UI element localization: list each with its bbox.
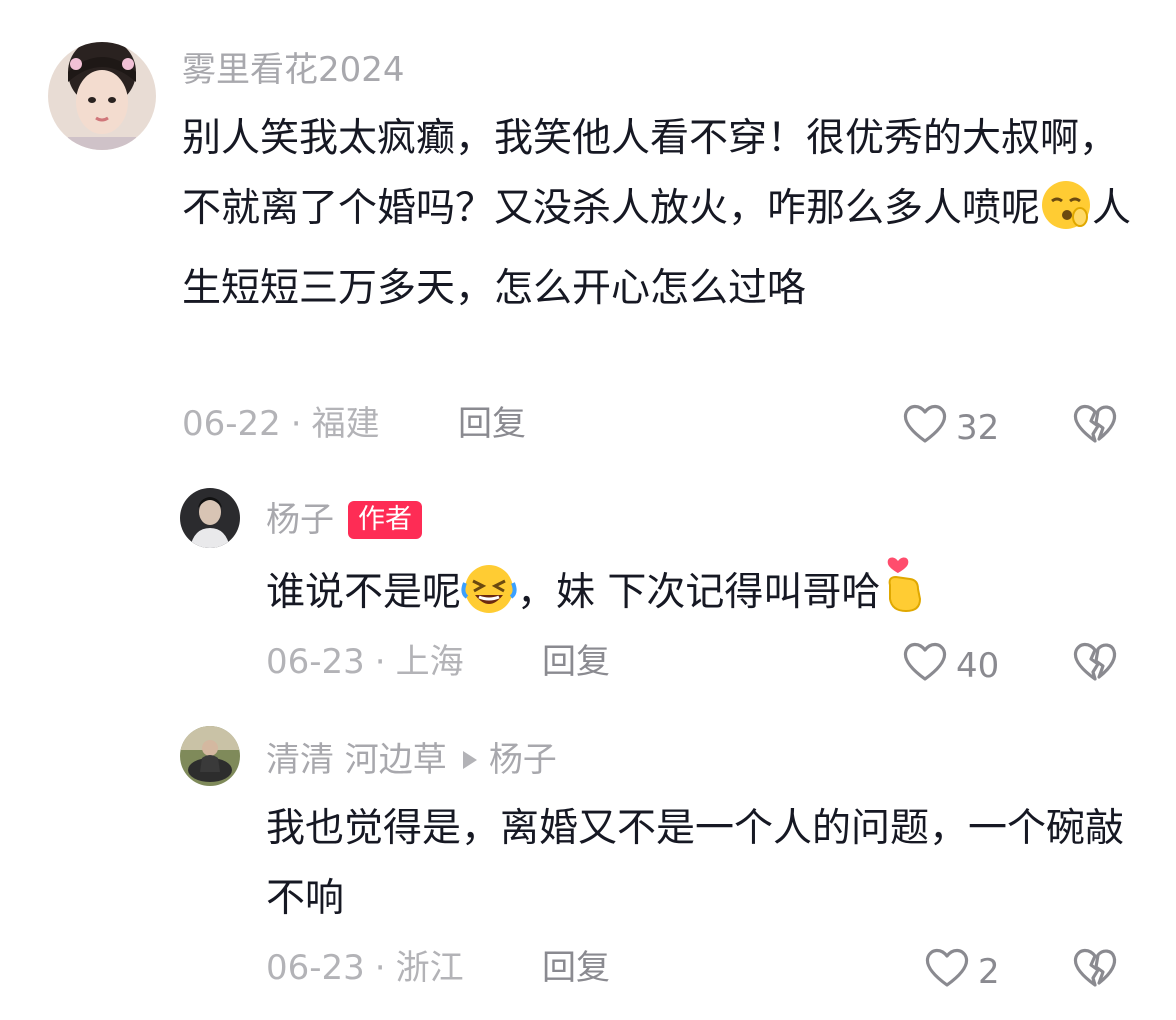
avatar[interactable]	[180, 488, 240, 548]
like-count: 32	[956, 407, 1000, 448]
comment-meta: 06-22 · 福建	[182, 404, 380, 444]
comment-meta: 06-23 · 浙江	[266, 948, 464, 988]
comment-text: 我也觉得是，离婚又不是一个人的问题，一个碗敲不响	[266, 806, 1125, 921]
dislike-button[interactable]	[1072, 946, 1118, 992]
heart-icon	[924, 946, 978, 997]
like-button[interactable]: 40	[902, 640, 999, 691]
broken-heart-icon	[1073, 404, 1117, 443]
reply-button[interactable]: 回复	[458, 404, 526, 444]
comment-text-main: 别人笑我太疯癫，我笑他人看不穿！很优秀的大叔啊，不就离了个婚吗？又没杀人放火，咋…	[182, 116, 1119, 231]
finger-heart-emoji	[880, 555, 928, 638]
author-badge: 作者	[348, 501, 422, 539]
sleepy-face-emoji	[1040, 179, 1092, 254]
broken-heart-icon	[1073, 642, 1117, 681]
comment-date: 06-23	[266, 642, 365, 682]
comment-username[interactable]: 雾里看花2024	[182, 50, 405, 90]
comment-text-middle: ，妹 下次记得叫哥哈	[517, 570, 881, 615]
like-button[interactable]: 32	[902, 402, 999, 453]
comment-location: 浙江	[395, 948, 464, 988]
avatar[interactable]	[180, 726, 240, 786]
like-button[interactable]: 2	[924, 946, 1000, 997]
comment-username: 清清 河边草 杨子	[266, 740, 557, 780]
broken-heart-icon	[1073, 948, 1117, 987]
reply-button[interactable]: 回复	[542, 948, 610, 988]
comment-text: 谁说不是呢 ，妹 下次记得叫哥哈	[266, 555, 1146, 638]
comment-date: 06-22	[182, 404, 281, 444]
comment-location: 上海	[395, 642, 464, 682]
reply-arrow-icon	[462, 751, 477, 769]
comment-location: 福建	[311, 404, 380, 444]
comment-date: 06-23	[266, 948, 365, 988]
comment-meta: 06-23 · 上海	[266, 642, 464, 682]
heart-icon	[902, 640, 956, 691]
reply-to-username[interactable]: 杨子	[489, 740, 557, 780]
dislike-button[interactable]	[1072, 402, 1118, 448]
comment-text: 别人笑我太疯癫，我笑他人看不穿！很优秀的大叔啊，不就离了个婚吗？又没杀人放火，咋…	[182, 104, 1142, 324]
separator-dot: ·	[290, 404, 302, 444]
like-count: 2	[978, 951, 1000, 992]
comment-text-main: 谁说不是呢	[266, 570, 462, 615]
like-count: 40	[956, 645, 1000, 686]
username-text: 杨子	[266, 500, 334, 540]
comment-username[interactable]: 杨子 作者	[266, 500, 422, 540]
rolling-laughing-emoji	[461, 563, 517, 638]
dislike-button[interactable]	[1072, 640, 1118, 686]
avatar[interactable]	[48, 42, 156, 150]
separator-dot: ·	[374, 948, 386, 988]
username-text[interactable]: 清清 河边草	[266, 740, 447, 780]
separator-dot: ·	[374, 642, 386, 682]
reply-button[interactable]: 回复	[542, 642, 610, 682]
heart-icon	[902, 402, 956, 453]
